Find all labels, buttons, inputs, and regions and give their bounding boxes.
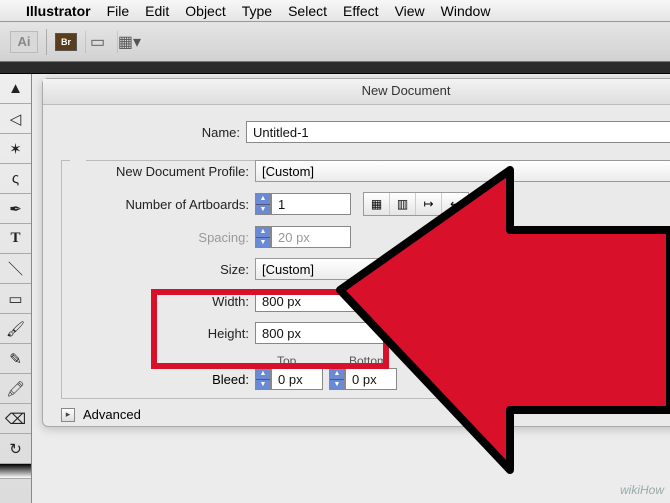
bleed-label: Bleed:: [70, 372, 255, 387]
menu-window[interactable]: Window: [441, 3, 491, 19]
pencil-tool-icon[interactable]: ✎: [0, 344, 31, 374]
bleed-bottom-stepper[interactable]: ▲▼: [329, 368, 345, 390]
bleed-bottom-input[interactable]: [345, 368, 397, 390]
profile-select[interactable]: [Custom]▴▾: [255, 160, 670, 182]
document-settings-group: . New Document Profile: [Custom]▴▾ Numbe…: [61, 153, 670, 399]
grid-by-column-icon[interactable]: ▥: [390, 193, 416, 215]
arrow-right-icon[interactable]: →: [482, 193, 508, 215]
dialog-title: New Document: [43, 79, 670, 105]
grid-by-row-icon[interactable]: ▦: [364, 193, 390, 215]
eraser-tool-icon[interactable]: ⌫: [0, 404, 31, 434]
height-input[interactable]: [255, 322, 385, 344]
artboards-stepper[interactable]: ▲▼: [255, 193, 271, 215]
watermark: wikiHow: [620, 483, 664, 497]
rectangle-tool-icon[interactable]: ▭: [0, 284, 31, 314]
menu-view[interactable]: View: [395, 3, 425, 19]
direct-selection-tool-icon[interactable]: ◁: [0, 104, 31, 134]
menu-object[interactable]: Object: [185, 3, 225, 19]
disclosure-triangle-icon[interactable]: ▸: [61, 408, 75, 422]
bleed-top-input[interactable]: [271, 368, 323, 390]
artboards-input[interactable]: [271, 193, 351, 215]
arrange-icon[interactable]: ▦▾: [117, 31, 141, 53]
name-input[interactable]: [246, 121, 670, 143]
profile-label: New Document Profile:: [70, 164, 255, 179]
menu-app-name[interactable]: Illustrator: [26, 3, 91, 19]
row-l2r-icon[interactable]: ↦: [416, 193, 442, 215]
artboard-arrow-group[interactable]: →: [481, 192, 509, 216]
paintbrush-tool-icon[interactable]: 🖌: [0, 314, 31, 344]
bleed-bottom-label: Bottom: [349, 354, 421, 368]
row-r2l-icon[interactable]: ↤: [442, 193, 468, 215]
height-label: Height:: [70, 326, 255, 341]
advanced-row[interactable]: ▸ Advanced: [61, 407, 670, 422]
bleed-header-row: Top Bottom: [277, 354, 670, 368]
columns-stepper[interactable]: ▲▼: [471, 226, 487, 248]
app-control-bar: Ai Br ▭ ▦▾: [0, 22, 670, 62]
bleed-top-label: Top: [277, 354, 349, 368]
bleed-top-stepper[interactable]: ▲▼: [255, 368, 271, 390]
line-tool-icon[interactable]: ＼: [0, 254, 31, 284]
pen-tool-icon[interactable]: ✒: [0, 194, 31, 224]
bridge-badge-icon[interactable]: Br: [55, 33, 77, 51]
spacing-label: Spacing:: [70, 230, 255, 245]
panel-divider: [0, 62, 670, 74]
selection-tool-icon[interactable]: ▲: [0, 74, 31, 104]
mac-menubar: Illustrator File Edit Object Type Select…: [0, 0, 670, 22]
menu-select[interactable]: Select: [288, 3, 327, 19]
advanced-label: Advanced: [83, 407, 141, 422]
work-area: ▲ ◁ ✶ ς ✒ T ＼ ▭ 🖌 ✎ 🖍 ⌫ ↻ New Document N…: [0, 74, 670, 503]
name-label: Name:: [61, 125, 246, 140]
menu-edit[interactable]: Edit: [145, 3, 169, 19]
size-value: [Custom]: [262, 262, 314, 277]
type-tool-icon[interactable]: T: [0, 224, 31, 254]
canvas-area: New Document Name: . New Document Profil…: [32, 74, 670, 503]
width-label: Width:: [70, 294, 255, 309]
magic-wand-tool-icon[interactable]: ✶: [0, 134, 31, 164]
gradient-swatch-icon[interactable]: [0, 464, 31, 479]
new-document-dialog: New Document Name: . New Document Profil…: [42, 78, 670, 427]
profile-value: [Custom]: [262, 164, 314, 179]
document-icon[interactable]: ▭: [85, 31, 109, 53]
columns-input[interactable]: [487, 226, 547, 248]
menu-type[interactable]: Type: [242, 3, 272, 19]
size-label: Size:: [70, 262, 255, 277]
size-select[interactable]: [Custom]▴▾: [255, 258, 670, 280]
blob-brush-tool-icon[interactable]: 🖍: [0, 374, 31, 404]
menu-effect[interactable]: Effect: [343, 3, 379, 19]
illustrator-badge-icon: Ai: [10, 31, 38, 53]
rotate-tool-icon[interactable]: ↻: [0, 434, 31, 464]
width-input[interactable]: [255, 290, 385, 312]
tool-palette: ▲ ◁ ✶ ς ✒ T ＼ ▭ 🖌 ✎ 🖍 ⌫ ↻: [0, 74, 32, 503]
artboard-layout-group[interactable]: ▦ ▥ ↦ ↤: [363, 192, 469, 216]
artboards-label: Number of Artboards:: [70, 197, 255, 212]
spacing-input[interactable]: [271, 226, 351, 248]
menu-file[interactable]: File: [107, 3, 130, 19]
spacing-stepper[interactable]: ▲▼: [255, 226, 271, 248]
lasso-tool-icon[interactable]: ς: [0, 164, 31, 194]
columns-label: Columns:: [351, 230, 471, 245]
